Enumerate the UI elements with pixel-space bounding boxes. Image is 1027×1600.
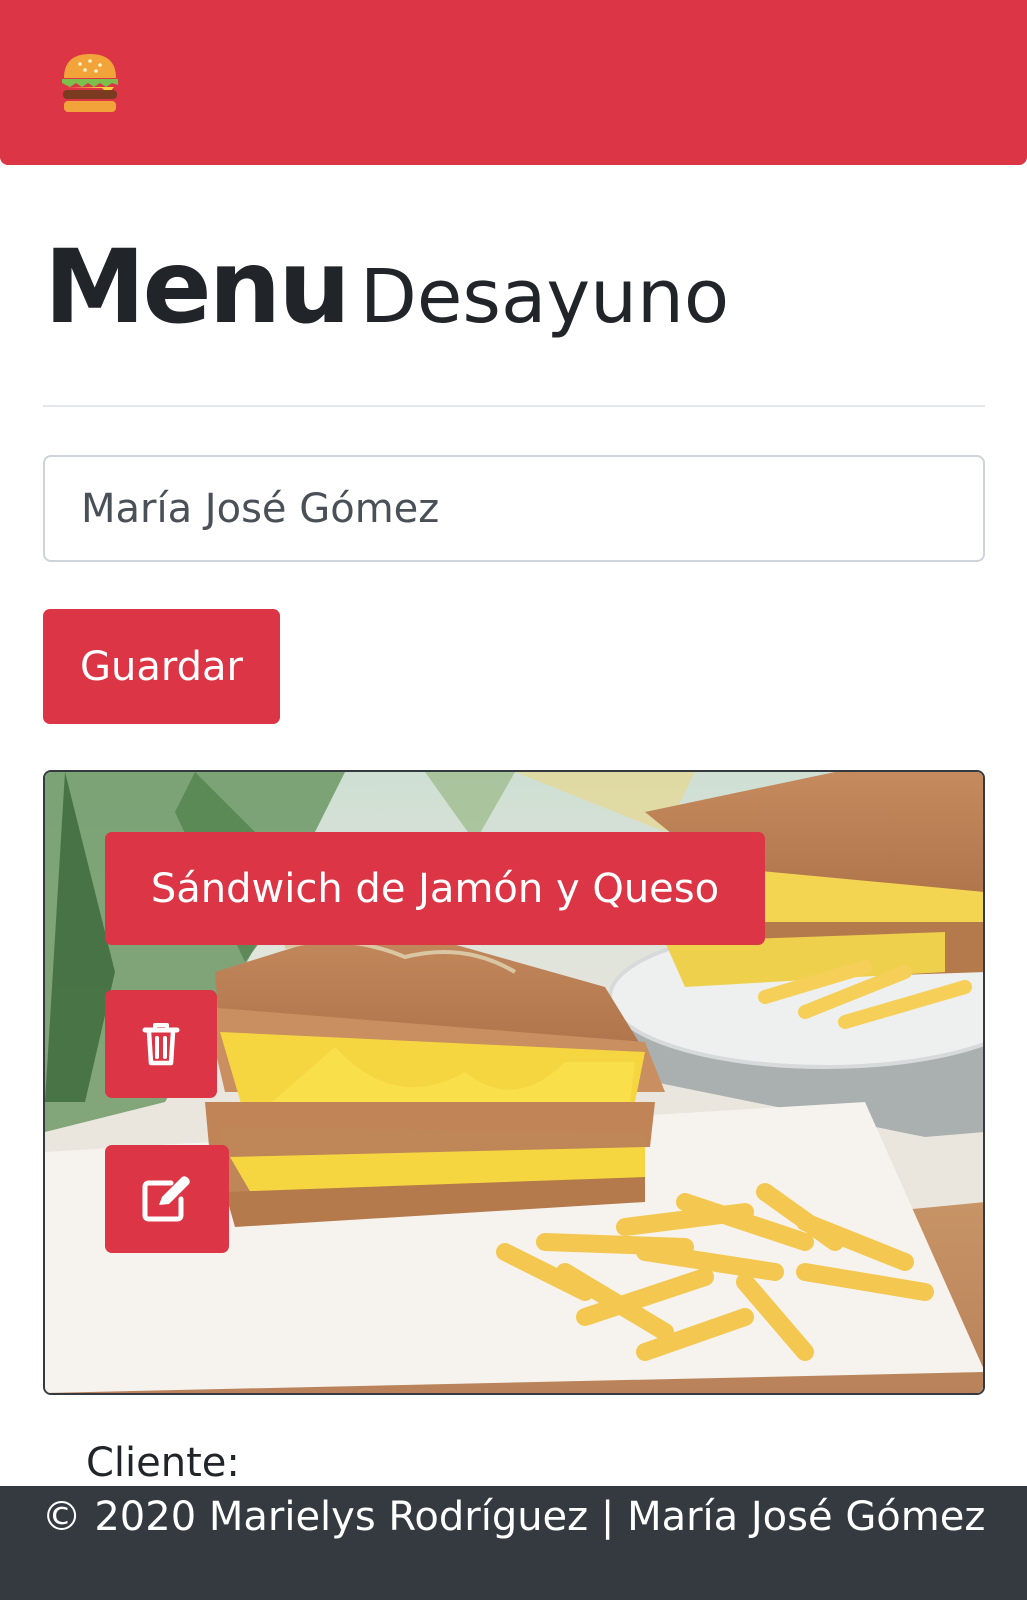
hamburger-icon[interactable] — [58, 50, 122, 116]
edit-icon — [142, 1176, 190, 1222]
page-title-main: Menu — [44, 228, 351, 347]
menu-item-card: Sándwich de Jamón y Queso — [43, 770, 985, 1395]
page-subtitle: Desayuno — [359, 254, 730, 340]
navbar — [0, 0, 1027, 165]
footer-text: © 2020 Marielys Rodríguez | María José G… — [41, 1494, 986, 1540]
delete-button[interactable] — [105, 990, 217, 1098]
footer: © 2020 Marielys Rodríguez | María José G… — [0, 1486, 1027, 1600]
client-label: Cliente: — [86, 1440, 240, 1486]
edit-button[interactable] — [105, 1145, 229, 1253]
page-title: Menu Desayuno — [44, 228, 729, 347]
save-button[interactable]: Guardar — [43, 609, 280, 724]
menu-item-name[interactable]: Sándwich de Jamón y Queso — [105, 832, 765, 945]
divider — [43, 405, 985, 407]
client-name-input[interactable] — [43, 455, 985, 562]
trash-icon — [142, 1023, 180, 1066]
